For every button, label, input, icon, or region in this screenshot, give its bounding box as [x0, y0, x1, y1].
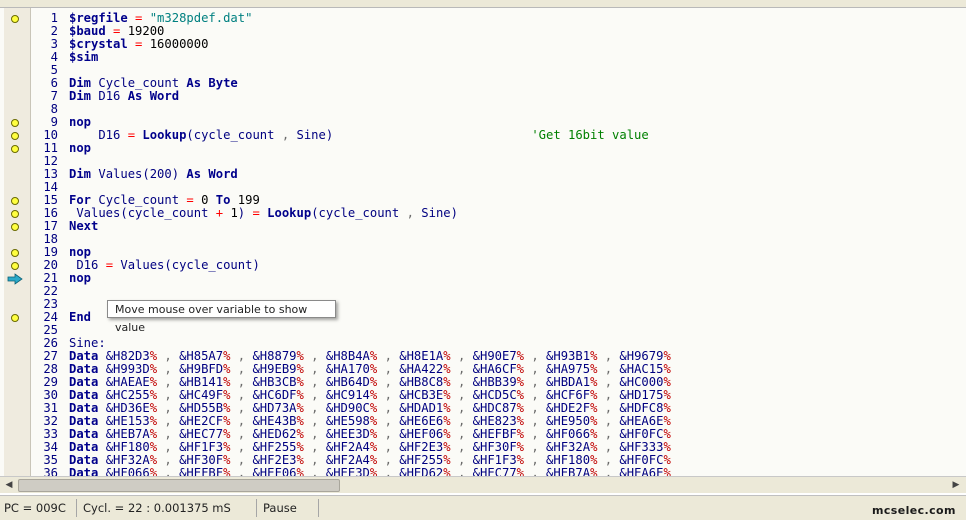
- line-code: End: [69, 310, 92, 324]
- breakpoint-marker-icon[interactable]: [11, 132, 19, 140]
- breakpoint-marker-icon[interactable]: [11, 314, 19, 322]
- code-line[interactable]: 17 Next: [0, 220, 966, 233]
- breakpoint-marker-icon[interactable]: [11, 145, 19, 153]
- code-line[interactable]: 7 Dim D16 As Word: [0, 90, 966, 103]
- line-number: 36: [43, 466, 58, 477]
- status-pc: PC = 009C: [4, 501, 66, 515]
- status-divider: [256, 499, 257, 517]
- line-code: Values(cycle_count + 1) = Lookup(cycle_c…: [69, 206, 458, 220]
- code-line[interactable]: 21 nop: [0, 272, 966, 285]
- code-line[interactable]: 13 Dim Values(200) As Word: [0, 168, 966, 181]
- code-line[interactable]: 3 $crystal = 16000000: [0, 38, 966, 51]
- line-code: $sim: [69, 50, 99, 64]
- breakpoint-marker-icon[interactable]: [11, 15, 19, 23]
- top-border: [0, 0, 966, 8]
- scroll-thumb[interactable]: [18, 479, 340, 492]
- scroll-left-icon[interactable]: ◀: [3, 479, 15, 491]
- status-cycles: Cycl. = 22 : 0.001375 mS: [83, 501, 231, 515]
- breakpoint-marker-icon[interactable]: [11, 210, 19, 218]
- code-line[interactable]: 20 D16 = Values(cycle_count): [0, 259, 966, 272]
- breakpoint-marker-icon[interactable]: [11, 262, 19, 270]
- line-code: Next: [69, 219, 99, 233]
- status-state: Pause: [263, 501, 297, 515]
- current-line-arrow-icon: [7, 273, 23, 285]
- code-line[interactable]: 36 Data &HF066% , &HEFBF% , &HEF06% , &HE…: [0, 466, 966, 477]
- status-divider: [318, 499, 319, 517]
- code-line[interactable]: 18: [0, 233, 966, 246]
- status-divider: [76, 499, 77, 517]
- breakpoint-marker-icon[interactable]: [11, 197, 19, 205]
- line-code: Dim Values(200) As Word: [69, 167, 238, 181]
- code-line[interactable]: 4 $sim: [0, 51, 966, 64]
- brand-label: mcselec.com: [872, 504, 956, 517]
- line-code: nop: [69, 271, 92, 285]
- breakpoint-marker-icon[interactable]: [11, 223, 19, 231]
- line-code: D16 = Values(cycle_count): [69, 258, 260, 272]
- line-code: Dim D16 As Word: [69, 89, 180, 103]
- breakpoint-marker-icon[interactable]: [11, 119, 19, 127]
- breakpoint-marker-icon[interactable]: [11, 249, 19, 257]
- code-line[interactable]: 22: [0, 285, 966, 298]
- line-code: nop: [69, 141, 92, 155]
- code-line[interactable]: 16 Values(cycle_count + 1) = Lookup(cycl…: [0, 207, 966, 220]
- line-code: Data &HF066% , &HEFBF% , &HEF06% , &HEE3…: [69, 466, 671, 477]
- variable-tooltip: Move mouse over variable to show value: [107, 300, 336, 334]
- scroll-right-icon[interactable]: ▶: [950, 479, 962, 491]
- code-editor[interactable]: 1 $regfile = "m328pdef.dat" 2 $baud = 19200…: [0, 8, 966, 476]
- horizontal-scrollbar[interactable]: ◀ ▶: [0, 476, 966, 493]
- code-line[interactable]: 8: [0, 103, 966, 116]
- line-code: D16 = Lookup(cycle_count , Sine) 'Get 16…: [69, 128, 649, 142]
- code-line[interactable]: 10 D16 = Lookup(cycle_count , Sine) 'Get…: [0, 129, 966, 142]
- status-bar: PC = 009C Cycl. = 22 : 0.001375 mS Pause…: [0, 495, 966, 520]
- code-line[interactable]: 11 nop: [0, 142, 966, 155]
